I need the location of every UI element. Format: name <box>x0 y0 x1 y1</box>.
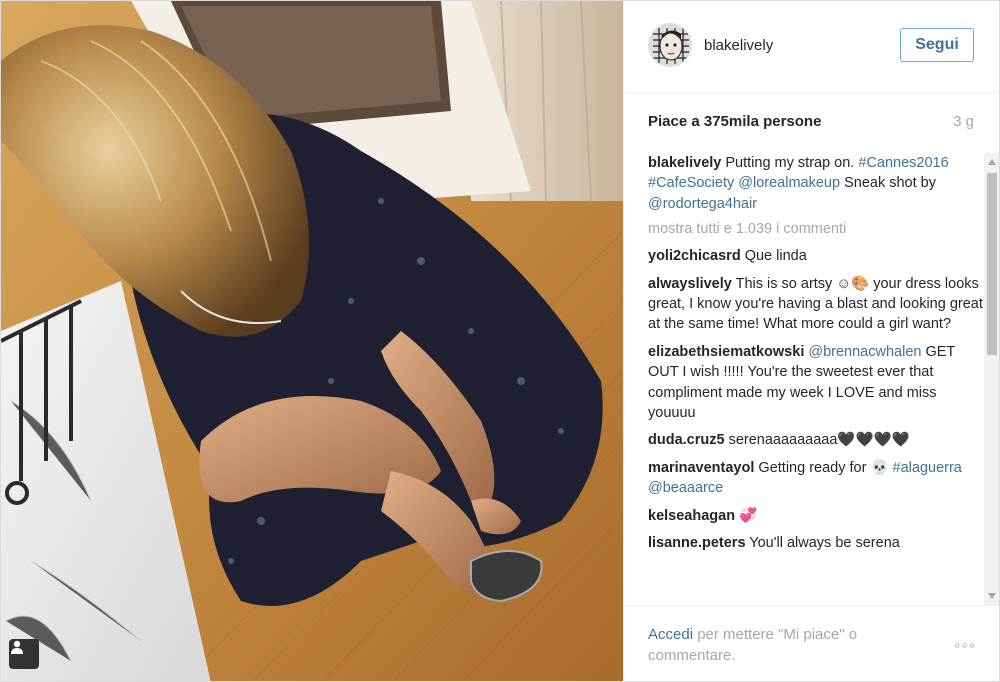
caption-tag-link[interactable]: #Cannes2016 <box>858 155 948 171</box>
comment-text: serenaaaaaaaaa🖤🖤🖤🖤 <box>724 432 910 449</box>
caption-username[interactable]: blakelively <box>648 155 721 171</box>
comment-username[interactable]: elizabethsiematkowski <box>648 344 804 360</box>
person-icon <box>11 640 23 654</box>
login-prompt: Accedi per mettere "Mi piace" o commenta… <box>648 624 908 666</box>
follow-button[interactable]: Segui <box>900 28 974 62</box>
post-window: blakelively Segui Piace a 375mila person… <box>0 0 1000 682</box>
show-all-comments-link[interactable]: mostra tutti e 1.039 i commenti <box>648 221 984 237</box>
comment-tag-link[interactable]: #alaguerra <box>893 460 962 476</box>
comment-username[interactable]: alwayslively <box>648 276 732 292</box>
comment-item: lisanne.peters You'll always be serena <box>648 533 984 553</box>
comment-tag-link[interactable]: @brennacwhalen <box>808 344 921 360</box>
caption-tag-link[interactable]: #CafeSociety <box>648 175 734 191</box>
likes-row: Piace a 375mila persone 3 g <box>648 113 974 133</box>
post-header: blakelively Segui <box>624 1 999 93</box>
comment-text: You'll always be serena <box>745 535 900 552</box>
header-username[interactable]: blakelively <box>704 37 773 54</box>
login-link[interactable]: Accedi <box>648 626 693 643</box>
scroll-up-arrow-icon[interactable] <box>988 159 996 165</box>
user-tag-button[interactable] <box>9 639 39 669</box>
caption: blakelively Putting my strap on. #Cannes… <box>648 153 984 214</box>
post-time[interactable]: 3 g <box>953 113 974 130</box>
likes-count[interactable]: Piace a 375mila persone <box>648 113 821 130</box>
photo-illustration <box>1 1 623 681</box>
caption-tag-link[interactable]: @rodortega4hair <box>648 196 757 212</box>
comment-text: Que linda <box>740 248 807 265</box>
comment-username[interactable]: duda.cruz5 <box>648 432 725 448</box>
post-sidebar: blakelively Segui Piace a 375mila person… <box>623 1 999 681</box>
comment-item: kelseahagan 💞 <box>648 506 984 526</box>
comments-list: blakelively Putting my strap on. #Cannes… <box>648 153 984 605</box>
comment-text: 💞 <box>735 507 758 524</box>
comment-username[interactable]: marinaventayol <box>648 460 754 476</box>
scroll-thumb[interactable] <box>987 173 997 355</box>
comments-scrollbar[interactable] <box>984 153 999 605</box>
post-photo[interactable] <box>1 1 623 681</box>
caption-tag-link[interactable]: @lorealmakeup <box>738 175 840 191</box>
ellipsis-icon[interactable]: ◦◦◦ <box>954 636 976 654</box>
comment-username[interactable]: kelseahagan <box>648 508 735 524</box>
comment-item: alwayslively This is so artsy ☺🎨 your dr… <box>648 274 984 335</box>
post-footer: Accedi per mettere "Mi piace" o commenta… <box>624 605 999 681</box>
comment-item: yoli2chicasrd Que linda <box>648 246 984 266</box>
comment-tag-link[interactable]: @beaaarce <box>648 480 723 496</box>
comment-text: Getting ready for 💀 <box>754 459 893 476</box>
comment-username[interactable]: yoli2chicasrd <box>648 248 741 264</box>
comment-item: elizabethsiematkowski @brennacwhalen GET… <box>648 342 984 424</box>
avatar[interactable] <box>648 23 692 67</box>
caption-text: Sneak shot by <box>840 175 936 192</box>
comment-username[interactable]: lisanne.peters <box>648 535 746 551</box>
comment-item: duda.cruz5 serenaaaaaaaaa🖤🖤🖤🖤 <box>648 430 984 450</box>
avatar-image <box>649 24 691 66</box>
comment-item: marinaventayol Getting ready for 💀 #alag… <box>648 458 984 499</box>
caption-text: Putting my strap on. <box>725 155 859 171</box>
scroll-down-arrow-icon[interactable] <box>988 593 996 599</box>
